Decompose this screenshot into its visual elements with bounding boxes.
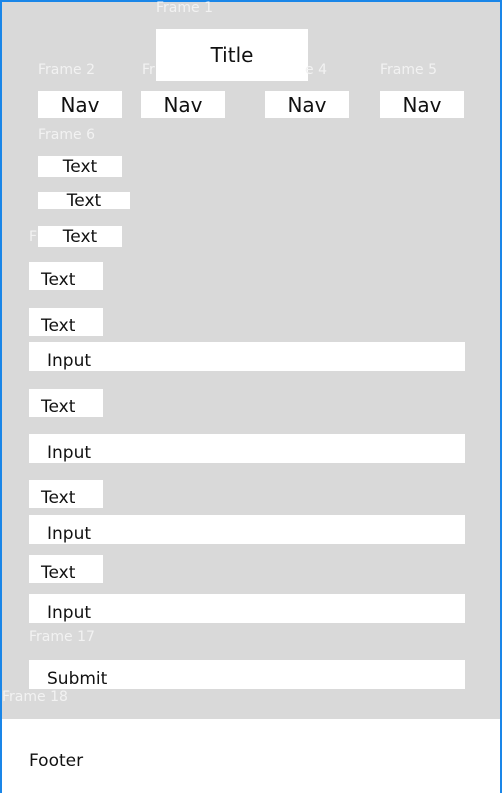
frame-label-1: Frame 1 (156, 0, 213, 16)
frame-label-7: F (29, 229, 38, 245)
form-label-1: Text (29, 262, 103, 290)
input-field-3[interactable]: Input (29, 515, 465, 544)
text-block-2: Text (38, 192, 130, 209)
frame-label-18: Frame 18 (2, 689, 68, 705)
frame-label-17: Frame 17 (29, 629, 95, 645)
frame-label-5: Frame 5 (380, 62, 437, 78)
input-field-2[interactable]: Input (29, 434, 465, 463)
input-field-1[interactable]: Input (29, 342, 465, 371)
nav-item-4[interactable]: Nav (380, 91, 464, 118)
form-label-3: Text (29, 389, 103, 417)
nav-item-3[interactable]: Nav (265, 91, 349, 118)
form-label-2: Text (29, 308, 103, 336)
form-label-5: Text (29, 555, 103, 583)
footer: Footer (2, 719, 500, 795)
nav-item-2[interactable]: Nav (141, 91, 225, 118)
input-field-4[interactable]: Input (29, 594, 465, 623)
text-block-1: Text (38, 156, 122, 177)
page-title: Title (156, 29, 308, 81)
frame-label-2: Frame 2 (38, 62, 95, 78)
form-label-4: Text (29, 480, 103, 508)
frame-label-3: Fr (142, 62, 155, 78)
footer-text: Footer (29, 751, 84, 771)
text-block-3: Text (38, 226, 122, 247)
page: Frame 1 Title Frame 2 Fr e 4 Frame 5 Nav… (0, 0, 502, 795)
submit-button[interactable]: Submit (29, 660, 465, 689)
nav-item-1[interactable]: Nav (38, 91, 122, 118)
frame-canvas: Frame 1 Title Frame 2 Fr e 4 Frame 5 Nav… (2, 0, 500, 719)
frame-label-6: Frame 6 (38, 127, 95, 143)
frame-label-4: e 4 (305, 62, 327, 78)
